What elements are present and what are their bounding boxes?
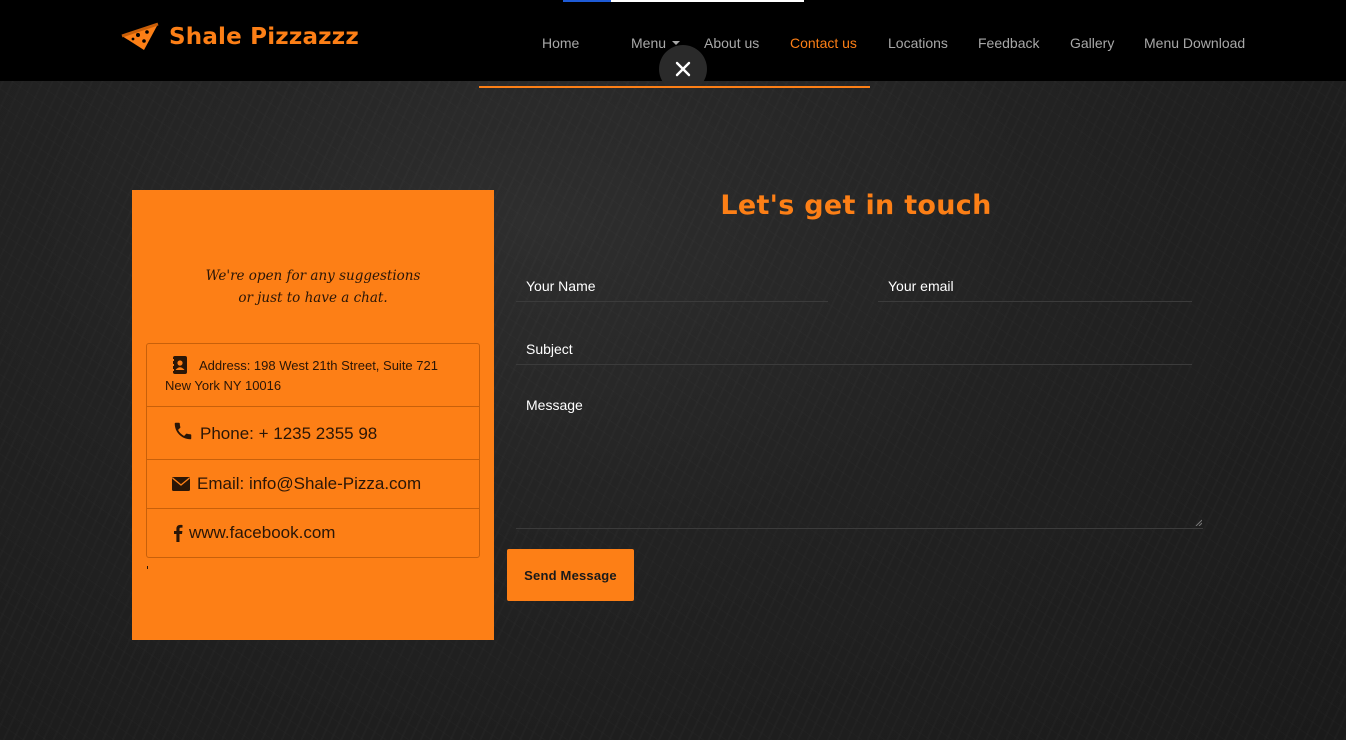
- nav-gallery[interactable]: Gallery: [1070, 35, 1114, 51]
- form-title: Let's get in touch: [720, 190, 992, 221]
- address-line-2: New York NY 10016: [165, 378, 282, 393]
- subject-placeholder: Subject: [526, 341, 573, 357]
- facebook-link[interactable]: www.facebook.com: [189, 523, 335, 543]
- top-progress-bar: [563, 0, 804, 2]
- contact-info-list: Address: 198 West 21th Street, Suite 721…: [146, 343, 480, 558]
- close-icon: [675, 61, 691, 77]
- subject-input[interactable]: Subject: [516, 331, 1192, 365]
- stray-mark: [147, 566, 148, 569]
- name-placeholder: Your Name: [526, 278, 596, 294]
- facebook-row: www.facebook.com: [147, 509, 479, 558]
- phone-icon: [174, 422, 192, 440]
- address-book-icon: [172, 356, 187, 374]
- nav-about[interactable]: About us: [704, 35, 759, 51]
- nav-menu-download[interactable]: Menu Download: [1144, 35, 1245, 51]
- tagline-line-2: or just to have a chat.: [238, 290, 388, 306]
- email-placeholder: Your email: [888, 278, 954, 294]
- address-row: Address: 198 West 21th Street, Suite 721…: [147, 344, 479, 407]
- contact-tagline: We're open for any suggestions or just t…: [132, 265, 494, 309]
- nav-active-underline: [479, 86, 870, 88]
- email-row: Email: info@Shale-Pizza.com: [147, 460, 479, 509]
- facebook-icon: [174, 524, 183, 542]
- tagline-line-1: We're open for any suggestions: [205, 268, 421, 284]
- phone-text[interactable]: Phone: + 1235 2355 98: [200, 424, 377, 444]
- send-message-button[interactable]: Send Message: [507, 549, 634, 601]
- email-input[interactable]: Your email: [878, 268, 1192, 302]
- address-line-1: Address: 198 West 21th Street, Suite 721: [199, 358, 438, 373]
- contact-info-card: We're open for any suggestions or just t…: [132, 190, 494, 640]
- name-input[interactable]: Your Name: [516, 268, 828, 302]
- resize-handle-icon[interactable]: [1195, 519, 1202, 526]
- envelope-icon: [172, 477, 190, 491]
- nav-menu-label: Menu: [631, 35, 667, 51]
- email-text[interactable]: Email: info@Shale-Pizza.com: [197, 474, 421, 494]
- message-placeholder: Message: [526, 397, 583, 413]
- message-textarea[interactable]: Message: [516, 387, 1203, 529]
- phone-row: Phone: + 1235 2355 98: [147, 407, 479, 460]
- nav-feedback[interactable]: Feedback: [978, 35, 1039, 51]
- nav-locations[interactable]: Locations: [888, 35, 948, 51]
- nav-contact[interactable]: Contact us: [790, 35, 857, 51]
- nav-home[interactable]: Home: [542, 35, 579, 51]
